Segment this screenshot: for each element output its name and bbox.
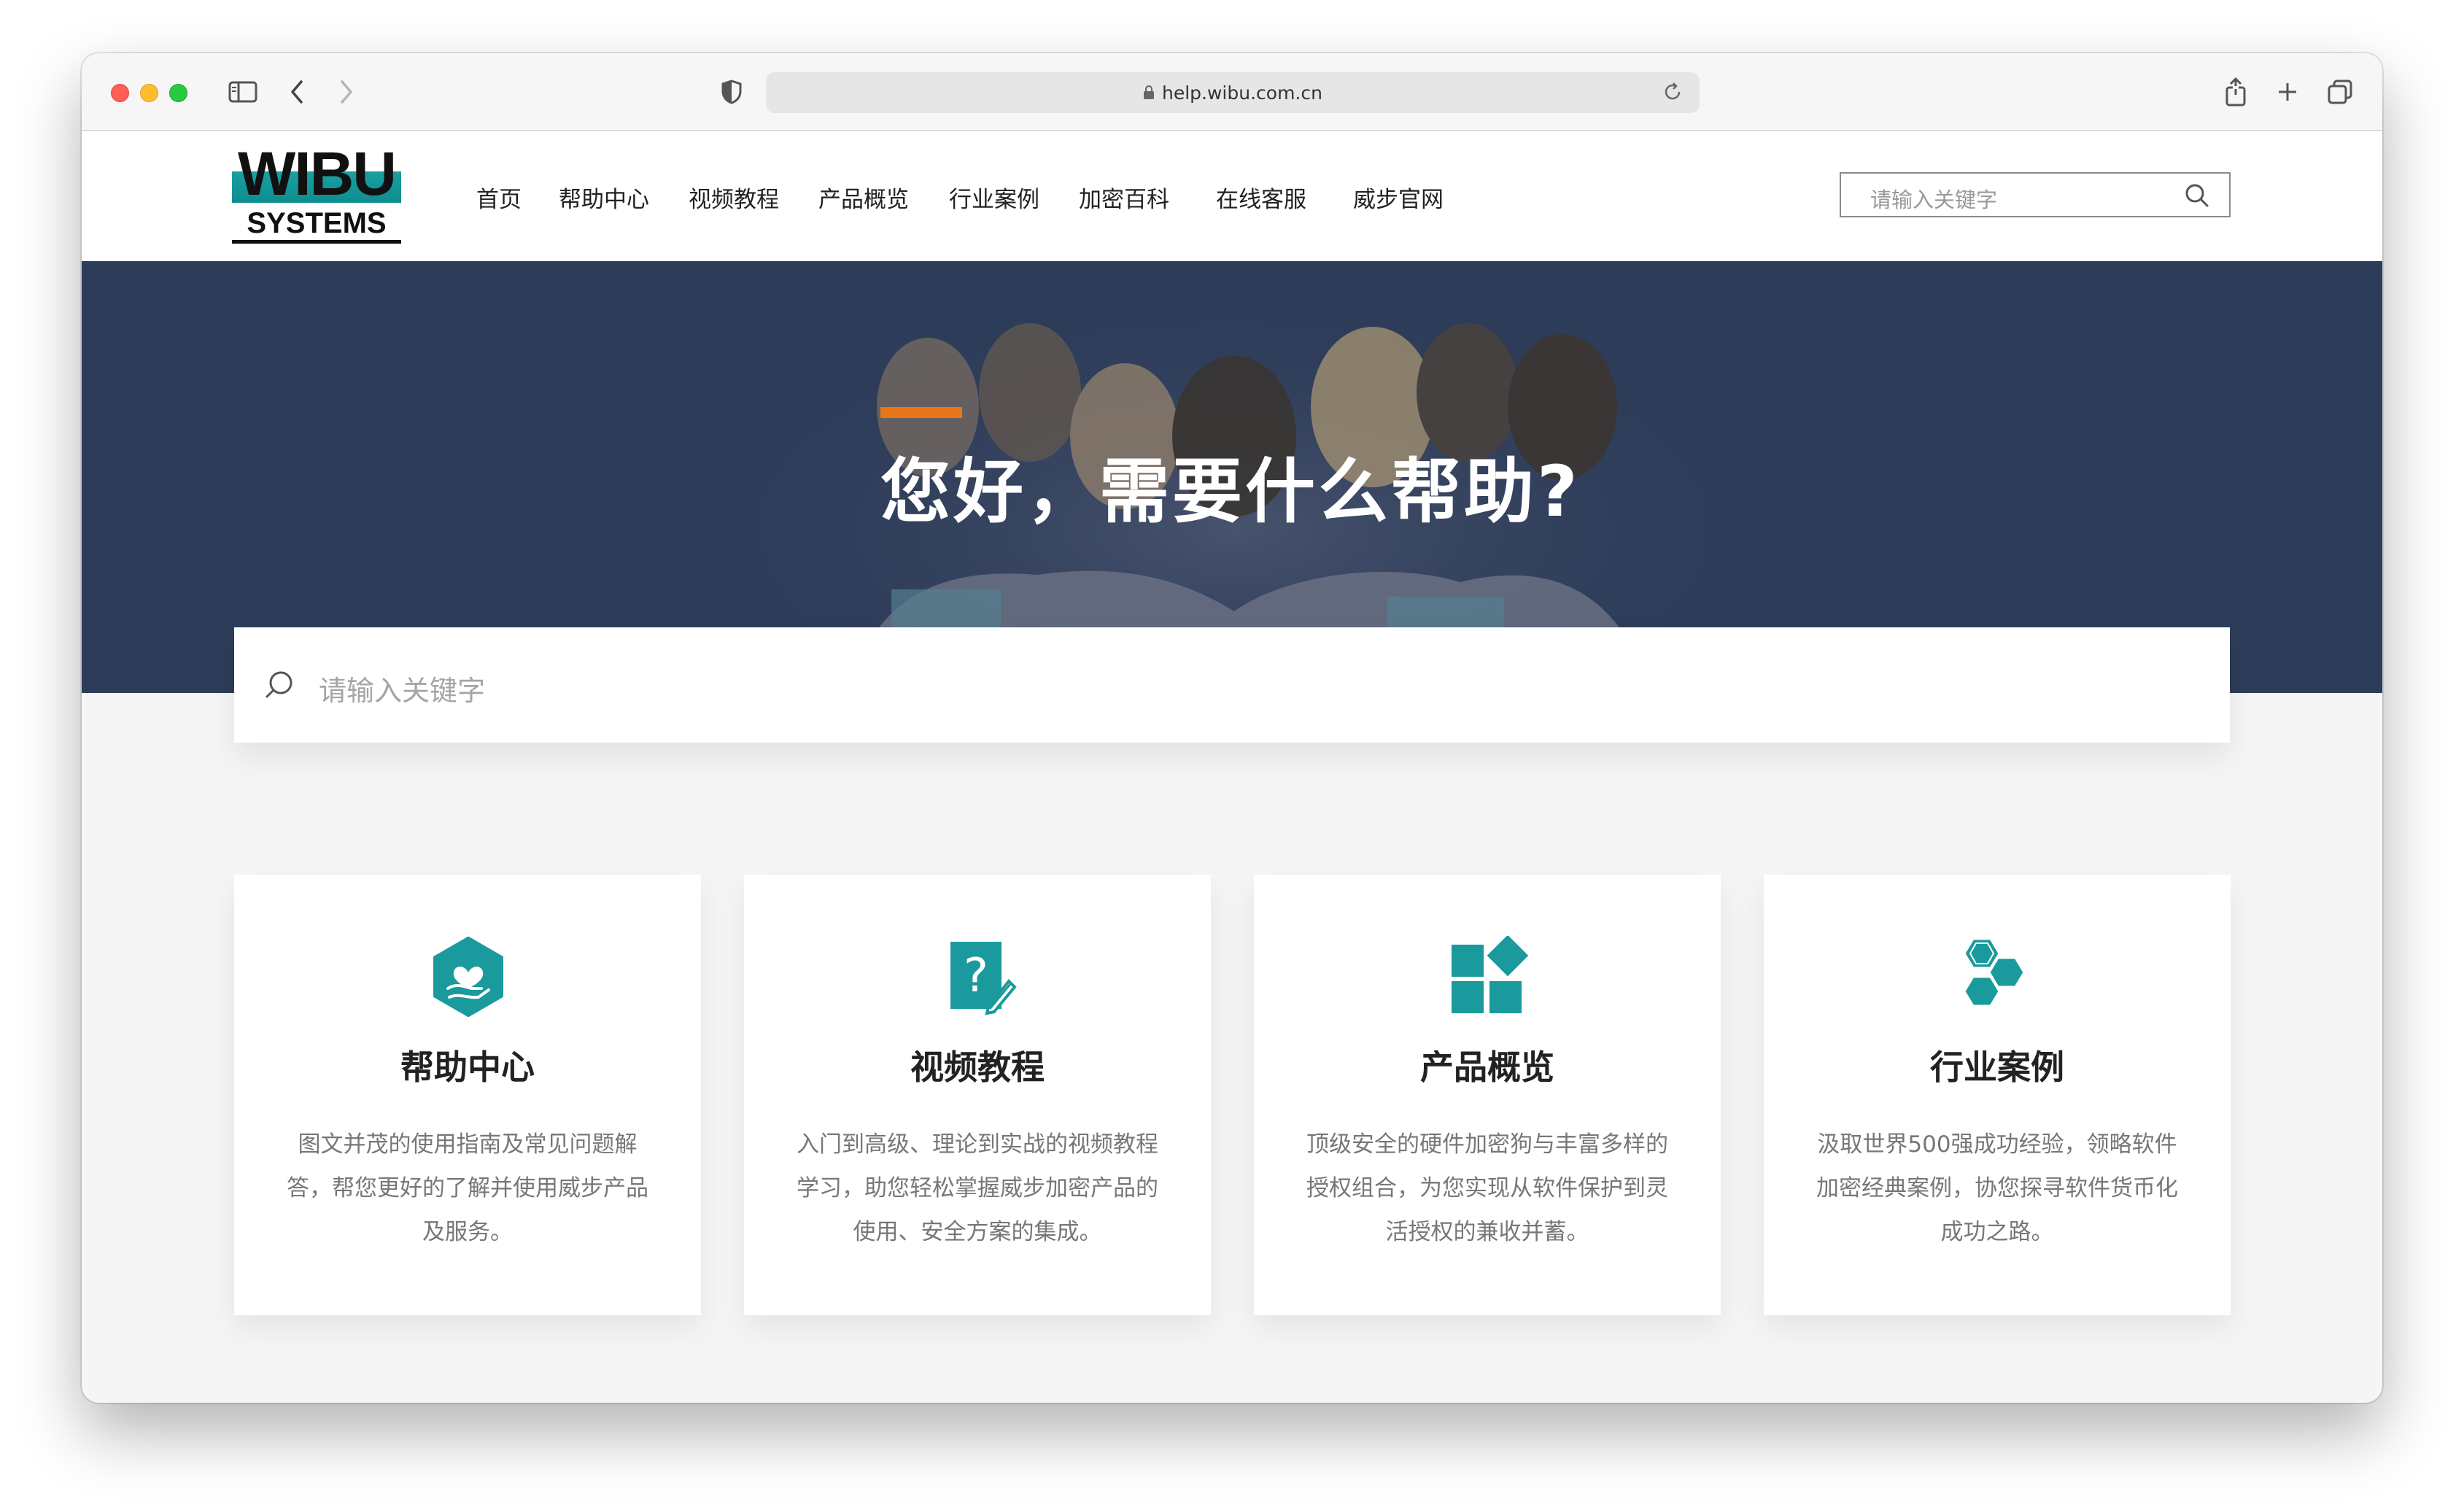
nav-online-service[interactable]: 在线客服 xyxy=(1216,181,1306,214)
header-search-input[interactable]: 请输入关键字 xyxy=(1840,172,2231,217)
question-doc-icon: ? xyxy=(937,936,1019,1018)
card-title: 视频教程 xyxy=(910,1048,1045,1087)
header-search-placeholder: 请输入关键字 xyxy=(1870,187,1998,212)
search-icon[interactable] xyxy=(2184,182,2210,212)
card-products[interactable]: 产品概览 顶级安全的硬件加密狗与丰富多样的授权组合，为您实现从软件保护到灵活授权… xyxy=(1254,875,1721,1315)
reload-icon[interactable] xyxy=(1662,81,1684,107)
card-description: 入门到高级、理论到实战的视频教程学习，助您轻松掌握威步加密产品的使用、安全方案的… xyxy=(797,1131,1158,1245)
logo-wordmark: WIBU xyxy=(238,139,397,208)
tab-overview-icon[interactable] xyxy=(2322,74,2358,110)
nav-video-tutorials[interactable]: 视频教程 xyxy=(689,181,779,214)
back-icon[interactable] xyxy=(279,74,315,110)
hero-title: 您好，需要什么帮助? xyxy=(880,451,1581,533)
sidebar-toggle-icon[interactable] xyxy=(225,74,261,110)
hero-accent-bar xyxy=(880,407,962,418)
nav-home[interactable]: 首页 xyxy=(476,181,522,214)
forward-icon[interactable] xyxy=(328,74,365,110)
hexagons-icon xyxy=(1957,936,2039,1018)
new-tab-icon[interactable] xyxy=(2269,74,2306,110)
search-icon[interactable] xyxy=(263,669,295,704)
url-text: help.wibu.com.cn xyxy=(1162,82,1322,104)
nav-products[interactable]: 产品概览 xyxy=(818,181,909,214)
browser-window: help.wibu.com.cn WIBU SYSTEMS 首页 帮助中心 视频… xyxy=(82,53,2382,1403)
card-title: 行业案例 xyxy=(1930,1048,2064,1087)
privacy-shield-icon[interactable] xyxy=(713,74,750,110)
lock-icon xyxy=(1143,85,1155,100)
main-search-input[interactable]: 请输入关键字 xyxy=(234,627,2230,743)
card-description: 图文并茂的使用指南及常见问题解答，帮您更好的了解并使用威步产品及服务。 xyxy=(287,1131,648,1245)
address-bar[interactable]: help.wibu.com.cn xyxy=(766,72,1700,113)
card-cases[interactable]: 行业案例 汲取世界500强成功经验，领略软件加密经典案例，协您探寻软件货币化成功… xyxy=(1764,875,2231,1315)
card-description: 顶级安全的硬件加密狗与丰富多样的授权组合，为您实现从软件保护到灵活授权的兼收并蓄… xyxy=(1306,1131,1668,1245)
screen: help.wibu.com.cn WIBU SYSTEMS 首页 帮助中心 视频… xyxy=(0,0,2464,1510)
svg-text:?: ? xyxy=(964,949,988,1003)
browser-toolbar: help.wibu.com.cn xyxy=(82,53,2382,131)
main-search-placeholder: 请输入关键字 xyxy=(319,675,486,707)
close-window-button[interactable] xyxy=(111,84,129,102)
zoom-window-button[interactable] xyxy=(169,84,187,102)
card-help-center[interactable]: 帮助中心 图文并茂的使用指南及常见问题解答，帮您更好的了解并使用威步产品及服务。 xyxy=(234,875,701,1315)
nav-encyclopedia[interactable]: 加密百科 xyxy=(1079,181,1169,214)
minimize-window-button[interactable] xyxy=(140,84,158,102)
site-header: WIBU SYSTEMS 首页 帮助中心 视频教程 产品概览 行业案例 加密百科… xyxy=(82,131,2382,261)
logo-subtitle: SYSTEMS xyxy=(232,206,401,244)
blocks-icon xyxy=(1447,934,1529,1018)
wibu-logo[interactable]: WIBU SYSTEMS xyxy=(232,142,401,244)
card-title: 帮助中心 xyxy=(400,1048,535,1087)
card-title: 产品概览 xyxy=(1420,1048,1554,1087)
nav-official-site[interactable]: 威步官网 xyxy=(1353,181,1444,214)
nav-help-center[interactable]: 帮助中心 xyxy=(559,181,649,214)
share-icon[interactable] xyxy=(2217,74,2254,110)
nav-cases[interactable]: 行业案例 xyxy=(949,181,1039,214)
card-video-tutorials[interactable]: ? 视频教程 入门到高级、理论到实战的视频教程学习，助您轻松掌握威步加密产品的使… xyxy=(744,875,1211,1315)
card-description: 汲取世界500强成功经验，领略软件加密经典案例，协您探寻软件货币化成功之路。 xyxy=(1816,1131,2178,1245)
heart-hand-icon xyxy=(427,936,509,1018)
